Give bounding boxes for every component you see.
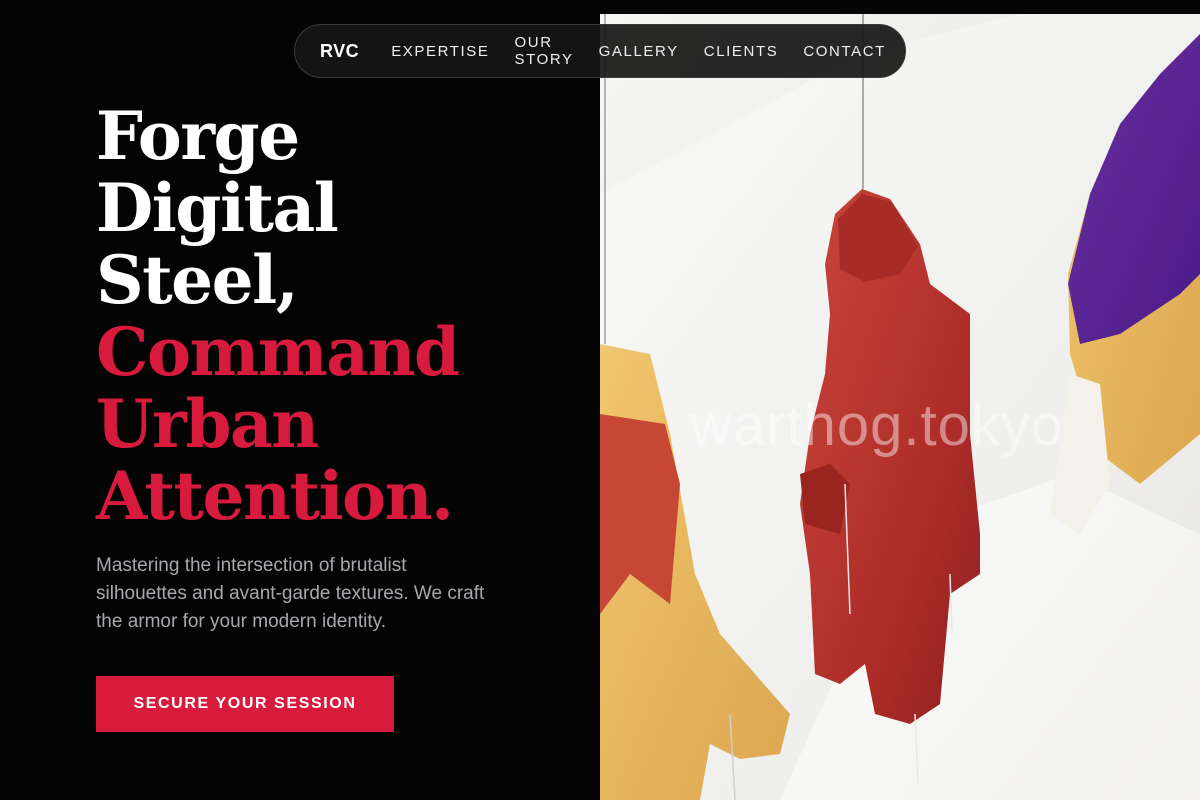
headline-accent-line: Attention.: [96, 457, 454, 535]
headline-line: Steel,: [96, 241, 299, 319]
secure-session-button[interactable]: SECURE YOUR SESSION: [96, 676, 394, 732]
nav-our-story[interactable]: OUR STORY: [515, 34, 574, 68]
nav-gallery[interactable]: GALLERY: [599, 43, 679, 60]
hero-subtext: Mastering the intersection of brutalist …: [96, 555, 485, 632]
watermark-text: warthog.tokyo: [690, 393, 1065, 458]
headline-line: Forge: [96, 97, 300, 175]
nav-contact[interactable]: CONTACT: [803, 43, 886, 60]
top-nav: RVC EXPERTISE OUR STORY GALLERY CLIENTS …: [294, 24, 906, 78]
nav-clients[interactable]: CLIENTS: [704, 43, 779, 60]
hero-image: warthog.tokyo: [600, 14, 1200, 800]
brand-logo[interactable]: RVC: [320, 41, 359, 62]
top-strip: [600, 0, 1200, 14]
headline-accent-line: Command: [96, 313, 460, 391]
hero-headline: Forge Digital Steel, Command Urban Atten…: [96, 100, 576, 532]
headline-accent-line: Urban: [96, 385, 319, 463]
nav-expertise[interactable]: EXPERTISE: [391, 43, 489, 60]
headline-line: Digital: [96, 169, 339, 247]
